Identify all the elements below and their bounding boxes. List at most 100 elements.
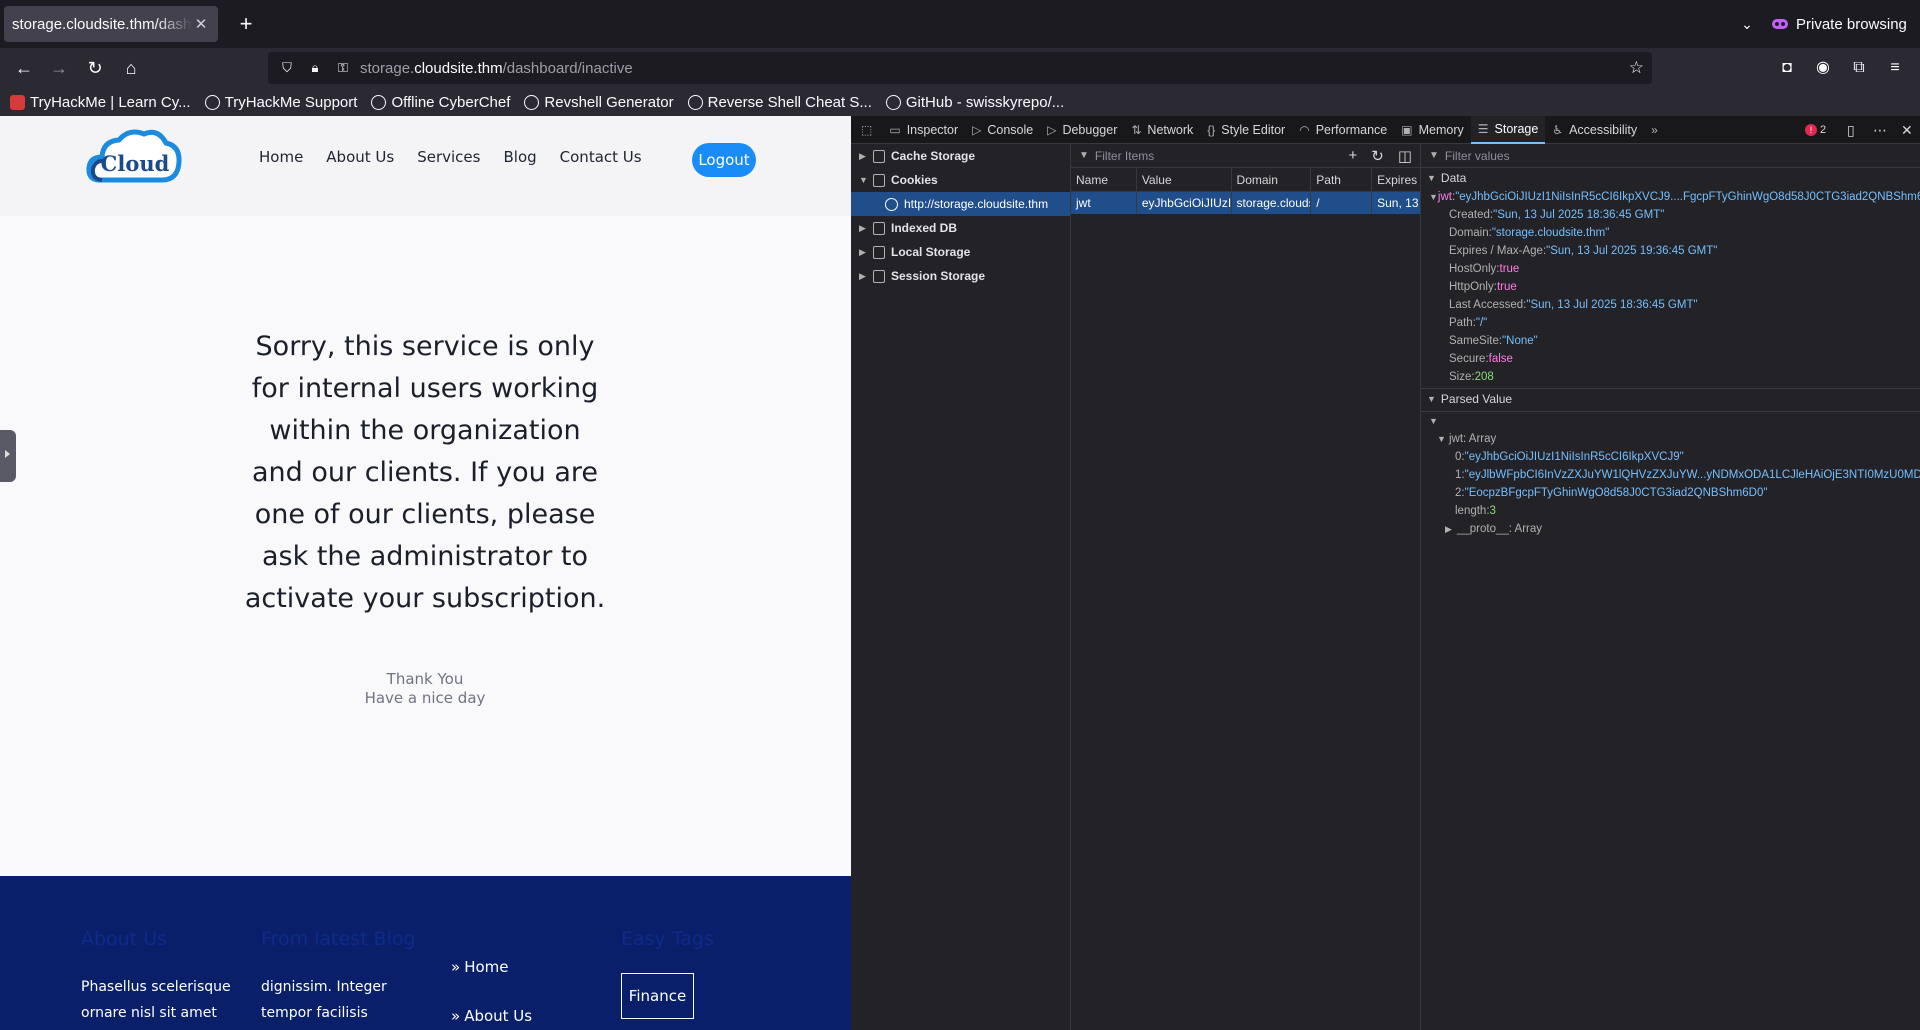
tree-cache-storage[interactable]: ▶ Cache Storage: [851, 144, 1070, 168]
more-tabs-chevron-icon[interactable]: »: [1644, 116, 1665, 144]
jwt-entry[interactable]: ▼ jwt: "eyJhbGciOiJIUzI1NiIsInR5cCI6IkpX…: [1421, 188, 1920, 206]
key-icon[interactable]: ⚿: [332, 60, 354, 76]
filter-placeholder: Filter Items: [1094, 148, 1155, 163]
field-value: "/": [1475, 317, 1488, 329]
col-expires[interactable]: Expires /: [1372, 168, 1420, 191]
nav-services[interactable]: Services: [417, 148, 480, 166]
bookmark-github[interactable]: GitHub - swisskyrepo/...: [885, 94, 1064, 111]
filter-values-input[interactable]: ▼ Filter values: [1421, 144, 1920, 168]
devtools-panel: ⬚ ▭ Inspector ▷ Console ▷ Debugger ⇅ Network…: [851, 115, 1920, 1030]
tab-label: Console: [987, 122, 1034, 137]
close-tab-icon[interactable]: ✕: [192, 15, 210, 33]
collapse-arrow-icon: ▼: [1429, 192, 1438, 202]
field-value: "Sun, 13 Jul 2025 18:36:45 GMT": [1526, 299, 1698, 311]
tree-local-storage[interactable]: ▶ Local Storage: [851, 240, 1070, 264]
tab-accessibility[interactable]: ♿︎ Accessibility: [1545, 116, 1644, 144]
nav-home[interactable]: Home: [259, 148, 303, 166]
tab-inspector[interactable]: ▭ Inspector: [882, 116, 965, 144]
col-domain[interactable]: Domain: [1232, 168, 1312, 191]
add-item-icon[interactable]: +: [1348, 147, 1357, 165]
expand-arrow-icon: ▶: [859, 222, 866, 233]
filter-icon: ▼: [1079, 150, 1089, 161]
parsed-root[interactable]: ▼: [1421, 412, 1920, 430]
element-picker-icon[interactable]: ⬚: [851, 116, 882, 144]
bookmark-reverse-shell[interactable]: Reverse Shell Cheat S...: [687, 93, 872, 111]
home-button[interactable]: ⌂: [117, 54, 145, 82]
site-header: Cloud Home About Us Services Blog Contac…: [0, 116, 851, 216]
tab-performance[interactable]: ◠ Performance: [1292, 116, 1394, 144]
more-options-icon[interactable]: ⋯: [1873, 116, 1887, 144]
error-count: 2: [1820, 124, 1827, 136]
tab-debugger[interactable]: ▷ Debugger: [1040, 116, 1124, 144]
sidebar-toggle-handle[interactable]: [0, 430, 16, 482]
footer-link-about[interactable]: » About Us: [451, 1007, 532, 1025]
table-header: Name Value Domain Path Expires /: [1071, 168, 1420, 192]
parsed-section-header[interactable]: ▼ Parsed Value: [1421, 389, 1920, 409]
close-devtools-icon[interactable]: ✕: [1901, 116, 1913, 144]
col-path[interactable]: Path: [1311, 168, 1373, 191]
tree-cookie-host[interactable]: http://storage.cloudsite.thm: [851, 192, 1070, 216]
tab-style-editor[interactable]: {} Style Editor: [1200, 116, 1292, 144]
shield-icon[interactable]: ⛉: [276, 60, 298, 76]
memory-chip-icon: ▣: [1401, 122, 1413, 137]
tag-finance[interactable]: Finance: [621, 973, 694, 1019]
field-value: "Sun, 13 Jul 2025 19:36:45 GMT": [1546, 245, 1718, 257]
lock-icon[interactable]: 🔒︎: [304, 60, 326, 76]
active-tab[interactable]: storage.cloudsite.thm/dashboard/inactive…: [4, 6, 218, 42]
tab-memory[interactable]: ▣ Memory: [1394, 116, 1471, 144]
nav-contact[interactable]: Contact Us: [560, 148, 642, 166]
bookmark-label: Reverse Shell Cheat S...: [707, 93, 872, 111]
reload-button[interactable]: ↻: [81, 54, 109, 82]
jwt-array-node[interactable]: ▼ jwt: Array: [1421, 430, 1920, 448]
cookie-field-row: Domain: "storage.cloudsite.thm": [1449, 227, 1610, 239]
extensions-icon[interactable]: ⧉: [1845, 54, 1873, 82]
footer-link-home[interactable]: » Home: [451, 958, 508, 976]
bookmark-cyberchef[interactable]: Offline CyberChef: [371, 94, 510, 111]
new-tab-button[interactable]: +: [232, 10, 260, 38]
bookmark-star-icon[interactable]: ☆: [1629, 58, 1644, 78]
tab-list-chevron-icon[interactable]: ⌄: [1735, 12, 1759, 36]
field-value: "Sun, 13 Jul 2025 18:36:45 GMT": [1493, 209, 1665, 221]
forward-button[interactable]: →: [45, 54, 73, 82]
url-bar[interactable]: ⛉ 🔒︎ ⚿ storage. cloudsite.thm/dashboard/i…: [268, 52, 1652, 84]
error-count-badge[interactable]: ! 2: [1805, 116, 1826, 144]
field-key: Last Accessed: [1449, 299, 1524, 311]
tab-console[interactable]: ▷ Console: [965, 116, 1040, 144]
footer-tags-title: Easy Tags: [621, 928, 714, 950]
tab-label: Network: [1147, 122, 1194, 137]
nav-blog[interactable]: Blog: [503, 148, 536, 166]
filter-items-input[interactable]: ▼ Filter Items + ↻ ◫: [1071, 144, 1420, 168]
tree-indexed-db[interactable]: ▶ Indexed DB: [851, 216, 1070, 240]
table-row[interactable]: jwt eyJhbGciOiJIUzI1NiIsInR5cCI6IkpXVCJ9…: [1071, 192, 1420, 214]
cookie-field-row: HostOnly: true: [1449, 263, 1520, 275]
array-value: "eyJlbWFpbCI6InVzZXJuYW1lQHVzZXJuYW...yN…: [1464, 469, 1920, 481]
menu-icon[interactable]: ≡: [1881, 54, 1909, 82]
tab-network[interactable]: ⇅ Network: [1124, 116, 1200, 144]
bookmark-tryhackme[interactable]: TryHackMe | Learn Cy...: [10, 94, 191, 111]
bookmark-thm-support[interactable]: TryHackMe Support: [204, 94, 357, 111]
cookie-field-row: Size:208: [1449, 371, 1494, 383]
tab-storage[interactable]: ☰ Storage: [1470, 115, 1546, 144]
dock-icon[interactable]: ▯: [1847, 116, 1855, 144]
back-button[interactable]: ←: [10, 54, 38, 82]
pocket-icon[interactable]: ◘: [1773, 54, 1801, 82]
logout-button[interactable]: Logout: [692, 143, 756, 177]
col-name[interactable]: Name: [1071, 168, 1137, 191]
data-section-header[interactable]: ▼ Data: [1421, 168, 1920, 188]
bookmarks-toolbar: TryHackMe | Learn Cy... TryHackMe Suppor…: [0, 88, 1920, 116]
nav-about[interactable]: About Us: [326, 148, 394, 166]
bookmark-revshell[interactable]: Revshell Generator: [524, 94, 674, 111]
cloud-logo-icon[interactable]: Cloud: [86, 126, 182, 188]
refresh-icon[interactable]: ↻: [1371, 147, 1384, 165]
globe-icon: [687, 94, 703, 110]
cookie-field-row: Expires / Max-Age: "Sun, 13 Jul 2025 19:3…: [1449, 245, 1718, 257]
braces-icon: {}: [1207, 122, 1216, 137]
tree-session-storage[interactable]: ▶ Session Storage: [851, 264, 1070, 288]
account-icon[interactable]: ◉: [1809, 54, 1837, 82]
tree-cookies[interactable]: ▼ Cookies: [851, 168, 1070, 192]
proto-node[interactable]: ▶ __proto__: Array: [1421, 520, 1920, 538]
col-value[interactable]: Value: [1137, 168, 1232, 191]
array-item-row: 0: "eyJhbGciOiJIUzI1NiIsInR5cCI6IkpXVCJ9": [1455, 451, 1684, 463]
toggle-sidebar-icon[interactable]: ◫: [1398, 147, 1412, 165]
field-key: SameSite: [1449, 335, 1499, 347]
